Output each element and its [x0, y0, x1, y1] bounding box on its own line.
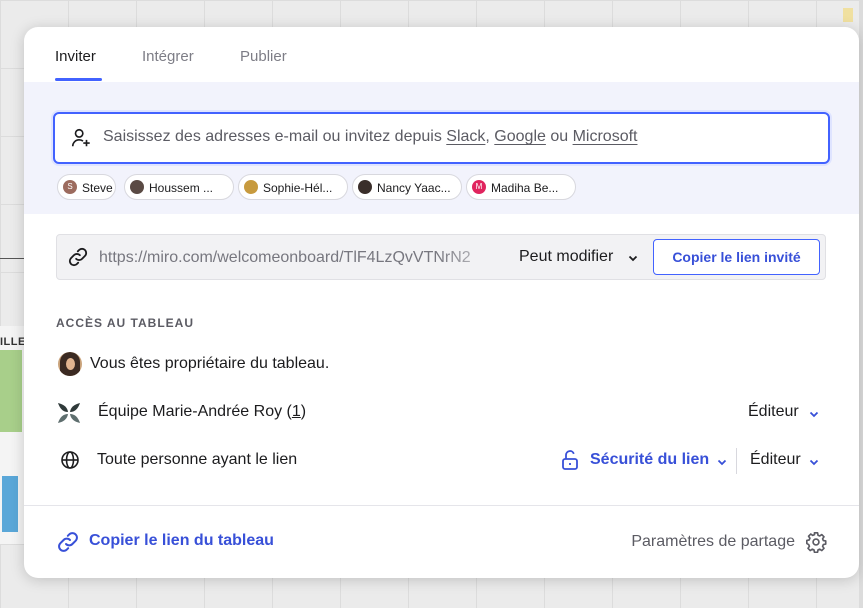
- tab-embed[interactable]: Intégrer: [142, 48, 194, 65]
- invite-link-url[interactable]: https://miro.com/welcomeonboard/TlF4LzQv…: [99, 249, 479, 267]
- avatar: [58, 352, 82, 376]
- google-link[interactable]: Google: [494, 128, 546, 145]
- suggestion-name: Sophie-Hél...: [263, 181, 333, 195]
- team-member-count: 1: [291, 403, 301, 420]
- suggestion-chip-madiha[interactable]: M Madiha Be...: [466, 174, 576, 200]
- link-security-button[interactable]: Sécurité du lien: [590, 451, 709, 469]
- modal-footer: Copier le lien du tableau Paramètres de …: [24, 505, 859, 578]
- invite-comma: ,: [485, 128, 495, 145]
- avatar: S: [63, 180, 77, 194]
- anyone-with-link-row: Toute personne ayant le lien Sécurité du…: [56, 446, 826, 476]
- board-background-line: [0, 258, 24, 259]
- suggestion-name: Madiha Be...: [491, 181, 559, 195]
- link-icon: [58, 532, 78, 552]
- anyone-text: Toute personne ayant le lien: [97, 451, 298, 468]
- invite-section: Saisissez des adresses e-mail ou invitez…: [24, 82, 859, 214]
- avatar: M: [472, 180, 486, 194]
- suggestion-name: Houssem ...: [149, 181, 214, 195]
- share-tabs: Inviter Intégrer Publier: [24, 27, 859, 83]
- invite-placeholder-text: Saisissez des adresses e-mail ou invitez…: [103, 128, 447, 145]
- chevron-down-icon[interactable]: [716, 456, 728, 468]
- copy-board-link-label: Copier le lien du tableau: [89, 532, 274, 549]
- tab-invite[interactable]: Inviter: [55, 48, 96, 65]
- invite-placeholder: Saisissez des adresses e-mail ou invitez…: [103, 128, 637, 146]
- team-name: Équipe Marie-Andrée Roy: [98, 403, 283, 420]
- avatar: [244, 180, 258, 194]
- add-person-icon: [71, 128, 90, 147]
- suggestion-name: Nancy Yaac...: [377, 181, 451, 195]
- gear-icon: [806, 532, 827, 553]
- owner-text: Vous êtes propriétaire du tableau.: [90, 355, 330, 372]
- share-settings-label: Paramètres de partage: [631, 533, 795, 550]
- divider: [736, 448, 737, 474]
- active-tab-indicator: [55, 78, 102, 81]
- share-modal: Inviter Intégrer Publier Saisissez des a…: [24, 27, 859, 578]
- suggestion-chip-houssem[interactable]: Houssem ...: [124, 174, 234, 200]
- team-icon: [58, 403, 80, 423]
- suggestion-chip-nancy[interactable]: Nancy Yaac...: [352, 174, 462, 200]
- team-role-select[interactable]: Éditeur: [748, 403, 799, 421]
- share-settings-button[interactable]: Paramètres de partage: [607, 531, 827, 557]
- slack-link[interactable]: Slack: [446, 128, 485, 145]
- suggestion-chip-sophie[interactable]: Sophie-Hél...: [238, 174, 348, 200]
- board-card-caption: ILLE: [0, 336, 26, 348]
- avatar: [130, 180, 144, 194]
- suggestion-chip-steve[interactable]: S Steve: [57, 174, 116, 200]
- chevron-down-icon[interactable]: [627, 252, 639, 264]
- url-fade: [437, 237, 517, 277]
- chevron-down-icon[interactable]: [808, 456, 820, 468]
- board-sticky-blue: [2, 476, 18, 532]
- tab-publish[interactable]: Publier: [240, 48, 287, 65]
- board-background-card: ILLE: [0, 326, 26, 544]
- anyone-role-select[interactable]: Éditeur: [750, 451, 801, 469]
- owner-row: Vous êtes propriétaire du tableau.: [56, 350, 826, 380]
- invite-or: ou: [545, 128, 573, 145]
- globe-icon: [61, 451, 79, 469]
- team-label: Équipe Marie-Andrée Roy (1): [98, 403, 307, 420]
- microsoft-link[interactable]: Microsoft: [573, 128, 638, 145]
- suggestion-name: Steve: [82, 181, 113, 195]
- board-sticky-green: [0, 350, 22, 432]
- invite-link-row: https://miro.com/welcomeonboard/TlF4LzQv…: [56, 234, 826, 280]
- link-permission-select[interactable]: Peut modifier: [519, 248, 613, 266]
- board-sticky-yellow: [843, 8, 853, 22]
- invite-email-input[interactable]: Saisissez des adresses e-mail ou invitez…: [53, 112, 830, 164]
- team-row: Équipe Marie-Andrée Roy (1) Éditeur: [56, 398, 826, 428]
- chevron-down-icon[interactable]: [808, 408, 820, 420]
- board-access-title: ACCÈS AU TABLEAU: [56, 316, 194, 330]
- unlocked-icon[interactable]: [560, 449, 580, 471]
- avatar: [358, 180, 372, 194]
- copy-invite-link-button[interactable]: Copier le lien invité: [653, 239, 820, 275]
- link-icon: [68, 247, 88, 267]
- board-background-edge: [859, 0, 863, 608]
